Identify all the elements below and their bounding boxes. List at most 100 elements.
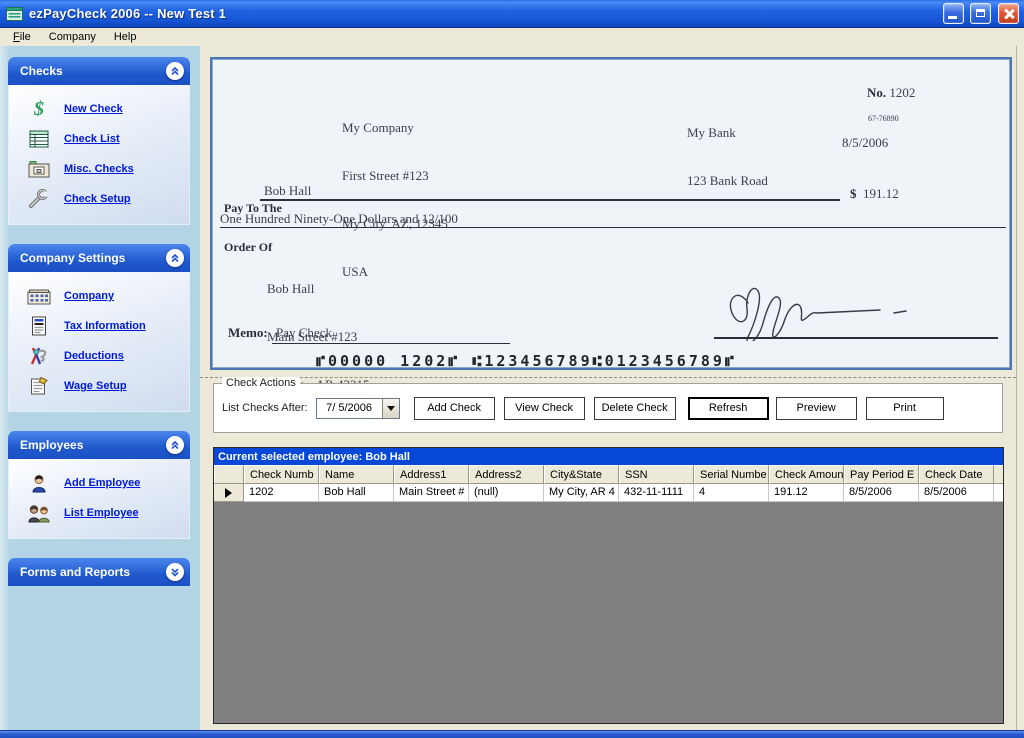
row-selector-cell[interactable]: [214, 484, 244, 502]
print-button[interactable]: Print: [866, 397, 944, 420]
sidebar-item-deductions[interactable]: Deductions: [9, 341, 189, 371]
panel-forms-and-reports: Forms and Reports: [8, 558, 190, 586]
sidebar-item-new-check[interactable]: $ New Check: [9, 94, 189, 124]
column-header[interactable]: Pay Period E: [844, 465, 919, 484]
cell-ssn: 432-11-1111: [619, 484, 694, 502]
memo-underline: [272, 325, 510, 344]
column-header[interactable]: City&State: [544, 465, 619, 484]
panel-company-settings-header[interactable]: Company Settings: [8, 244, 190, 272]
panel-employees-header[interactable]: Employees: [8, 431, 190, 459]
check-bank-address: My Bank 123 Bank Road: [687, 93, 768, 221]
menu-file[interactable]: File: [4, 29, 40, 45]
panel-employees: Employees Add Employee: [8, 431, 190, 539]
title-bar: ezPayCheck 2006 -- New Test 1: [0, 0, 1024, 28]
collapse-chevron-icon[interactable]: [166, 249, 184, 267]
amount-words-underline: [220, 211, 1006, 228]
perforation-line: [200, 377, 1016, 378]
check-actions-group: Check Actions List Checks After: 7/ 5/20…: [213, 383, 1003, 433]
header-filler: [994, 465, 1003, 484]
column-header[interactable]: Address1: [394, 465, 469, 484]
group-title: Check Actions: [222, 377, 300, 389]
collapse-chevron-icon[interactable]: [166, 436, 184, 454]
sidebar: Checks $ New Check: [0, 46, 200, 730]
check-date: 8/5/2006: [842, 135, 888, 151]
column-header[interactable]: Address2: [469, 465, 544, 484]
menu-help[interactable]: Help: [105, 29, 146, 45]
column-header[interactable]: Name: [319, 465, 394, 484]
sidebar-item-check-list[interactable]: Check List: [9, 124, 189, 154]
delete-check-button[interactable]: Delete Check: [594, 397, 676, 420]
column-header[interactable]: Check Date: [919, 465, 994, 484]
list-checks-after-label: List Checks After:: [222, 402, 308, 414]
table-row[interactable]: 1202 Bob Hall Main Street # (null) My Ci…: [214, 484, 1003, 502]
checks-grid: Current selected employee: Bob Hall Chec…: [213, 447, 1004, 724]
row-filler: [994, 484, 1003, 502]
date-value: 7/ 5/2006: [317, 399, 382, 418]
sidebar-item-company[interactable]: Company: [9, 281, 189, 311]
check-preview: My Company First Street #123 My City AZ,…: [210, 57, 1012, 370]
minimize-icon: [948, 16, 957, 19]
building-icon: [27, 286, 51, 306]
column-header[interactable]: Serial Numbe: [694, 465, 769, 484]
view-check-button[interactable]: View Check: [504, 397, 585, 420]
add-check-button[interactable]: Add Check: [414, 397, 495, 420]
cell-check-amount: 191.12: [769, 484, 844, 502]
expand-chevron-icon[interactable]: [166, 563, 184, 581]
people-icon: [27, 503, 51, 523]
cell-pay-period-end: 8/5/2006: [844, 484, 919, 502]
window-bottom-border: [0, 730, 1024, 738]
panel-checks: Checks $ New Check: [8, 57, 190, 225]
column-header[interactable]: Check Amoun: [769, 465, 844, 484]
svg-text:$: $: [33, 98, 44, 120]
folder-icon: [27, 159, 51, 179]
column-header[interactable]: Check Numb: [244, 465, 319, 484]
chevron-down-icon: [387, 406, 395, 411]
sidebar-item-list-employee[interactable]: List Employee: [9, 498, 189, 528]
panel-company-settings: Company Settings Company: [8, 244, 190, 412]
main-area: My Company First Street #123 My City AZ,…: [200, 46, 1017, 730]
menu-bar: File Company Help: [0, 28, 1024, 46]
cell-serial-number: 4: [694, 484, 769, 502]
close-button[interactable]: [998, 3, 1019, 24]
cell-city-state: My City, AR 4: [544, 484, 619, 502]
cell-check-date: 8/5/2006: [919, 484, 994, 502]
cell-check-number: 1202: [244, 484, 319, 502]
tools-icon: [27, 346, 51, 366]
row-selector-header: [214, 465, 244, 484]
minimize-button[interactable]: [943, 3, 964, 24]
app-window: ezPayCheck 2006 -- New Test 1 File Compa…: [0, 0, 1024, 738]
check-amount: $ 191.12: [850, 186, 899, 202]
sidebar-item-add-employee[interactable]: Add Employee: [9, 468, 189, 498]
restore-button[interactable]: [970, 3, 991, 24]
notepad-icon: [27, 376, 51, 396]
check-list-icon: [27, 129, 51, 149]
cell-address2: (null): [469, 484, 544, 502]
window-title: ezPayCheck 2006 -- New Test 1: [29, 6, 937, 21]
sidebar-item-check-setup[interactable]: Check Setup: [9, 184, 189, 214]
preview-button[interactable]: Preview: [776, 397, 857, 420]
dollar-icon: $: [27, 99, 51, 119]
grid-caption: Current selected employee: Bob Hall: [214, 448, 1003, 465]
column-header[interactable]: SSN: [619, 465, 694, 484]
cell-name: Bob Hall: [319, 484, 394, 502]
check-fraction: 67-76890: [868, 111, 899, 127]
panel-checks-header[interactable]: Checks: [8, 57, 190, 85]
current-row-arrow-icon: [225, 488, 232, 498]
menu-company[interactable]: Company: [40, 29, 105, 45]
restore-icon: [976, 9, 985, 17]
dropdown-arrow-button[interactable]: [382, 399, 399, 418]
collapse-chevron-icon[interactable]: [166, 62, 184, 80]
sidebar-item-tax-information[interactable]: Tax Information: [9, 311, 189, 341]
wrench-icon: [27, 189, 51, 209]
payee-underline: [260, 183, 840, 201]
person-icon: [27, 473, 51, 493]
memo-label: Memo:: [228, 325, 268, 341]
check-number: No. 1202: [867, 85, 915, 101]
list-after-date-dropdown[interactable]: 7/ 5/2006: [316, 398, 400, 419]
sidebar-item-wage-setup[interactable]: Wage Setup: [9, 371, 189, 401]
signature-line: [714, 321, 998, 339]
sidebar-item-misc-checks[interactable]: Misc. Checks: [9, 154, 189, 184]
refresh-button[interactable]: Refresh: [688, 397, 769, 420]
micr-line: ⑈00000 1202⑈ ⑆123456789⑆0123456789⑈: [316, 352, 737, 370]
panel-forms-and-reports-header[interactable]: Forms and Reports: [8, 558, 190, 586]
